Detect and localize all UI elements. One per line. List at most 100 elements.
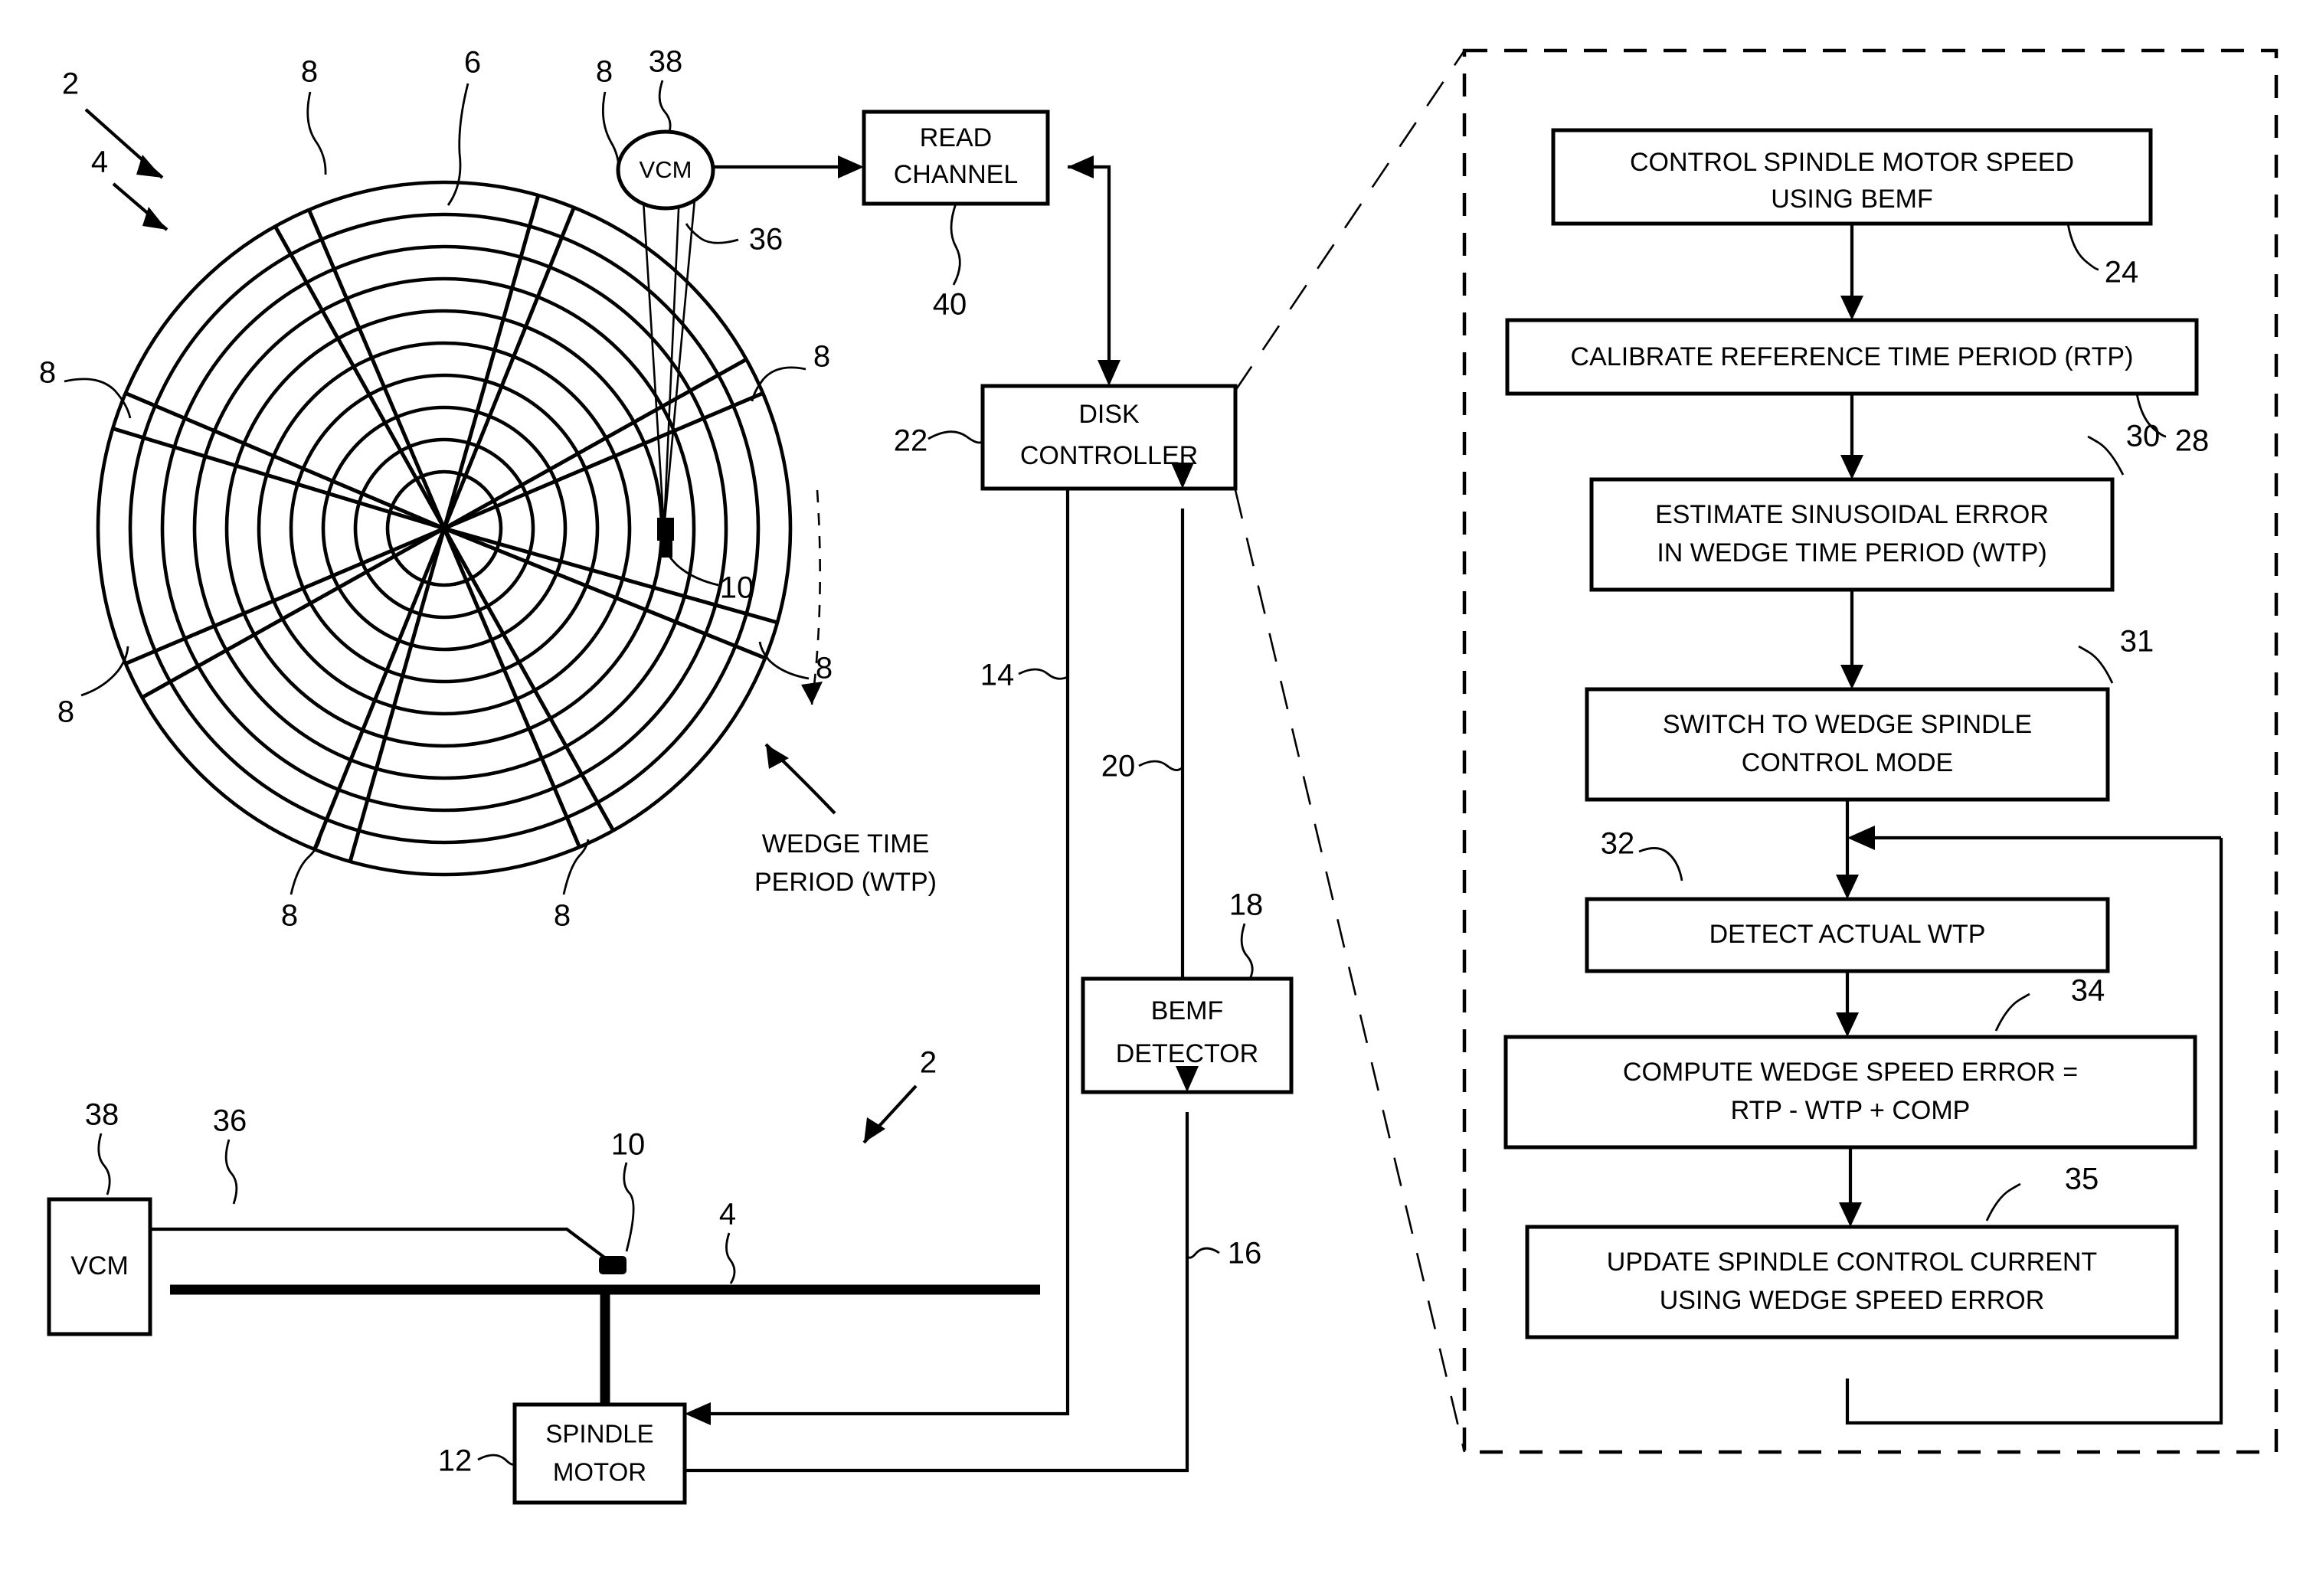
ref-36-callout-disk: 36 [685,223,784,257]
disk-drive-side-view: VCM SPINDLE MOTOR 38 36 10 4 2 12 14 16 [47,489,1262,1505]
spindle-motor-label-line1: SPINDLE [545,1420,653,1448]
flowchart-block-30-line1: ESTIMATE SINUSOIDAL ERROR [1655,500,2049,529]
ref-label-34: 34 [2071,974,2105,1008]
ref-20-callout: 20 [1101,750,1183,783]
ref-label-8: 8 [816,652,833,685]
servo-wedges [112,195,778,862]
ref-35-callout: 35 [1985,1163,2099,1222]
flowchart-block-35-line2: USING WEDGE SPEED ERROR [1660,1286,2045,1315]
arrowhead-to-disk-controller [1098,360,1121,386]
flowchart-step-24: CONTROL SPINDLE MOTOR SPEED USING BEMF 2… [1551,128,2153,320]
bemf-detector-label-line2: DETECTOR [1116,1039,1258,1068]
flowchart-block-30[interactable] [1589,477,2115,592]
ref-label-2-side: 2 [920,1046,937,1080]
disk-platter-top-view: VCM 2 4 6 8 8 8 8 8 8 8 8 10 36 38 WEDGE… [39,45,937,933]
ref-label-8: 8 [281,899,298,933]
ref-30-callout: 30 [2087,420,2160,476]
ref-label-40: 40 [933,288,967,322]
ref-label-2-disk: 2 [62,67,79,101]
arrowhead-into-read-channel-right [1068,155,1094,178]
arrowhead-31-to-32 [1836,875,1859,899]
expansion-callout-lines [1234,50,1466,1453]
flowchart-block-28-line1: CALIBRATE REFERENCE TIME PERIOD (RTP) [1571,342,2134,371]
ref-8-callout-left-lower: 8 [57,646,129,729]
ref-label-36-disk: 36 [749,223,784,257]
read-write-head-tip [662,541,672,558]
arrowhead-24-to-28 [1840,296,1863,320]
ref-label-8: 8 [39,356,56,390]
ref-31-callout: 31 [2078,625,2154,684]
ref-18-callout: 18 [1229,888,1264,980]
ref-12-callout-side: 12 [438,1444,516,1478]
disk-controller-label-line1: DISK [1078,400,1140,429]
ref-22-callout: 22 [894,424,984,458]
patent-figure-page: VCM 2 4 6 8 8 8 8 8 8 8 8 10 36 38 WEDGE… [0,0,2313,1596]
ref-label-22: 22 [894,424,928,458]
read-channel-block-group: READ CHANNEL 40 [713,110,1050,322]
flowchart-block-30-line2: IN WEDGE TIME PERIOD (WTP) [1657,538,2046,567]
arrowhead-to-read-channel [838,155,864,178]
ref-10-callout-side: 10 [611,1128,646,1252]
ref-label-35: 35 [2065,1163,2099,1196]
flowchart-block-35[interactable] [1525,1225,2179,1339]
ref-36-callout-side: 36 [213,1104,247,1205]
ref-label-18: 18 [1229,888,1264,922]
ref-label-10-disk: 10 [720,571,754,605]
flowchart-block-24-line2: USING BEMF [1771,185,1933,214]
flowchart-block-34[interactable] [1503,1035,2197,1150]
ref-label-28: 28 [2175,424,2210,458]
flowchart-block-31-line1: SWITCH TO WEDGE SPINDLE [1663,710,2032,739]
vcm-block-side-label: VCM [70,1251,129,1280]
ref-label-6: 6 [464,46,481,80]
ref-label-10-side: 10 [611,1128,646,1162]
flowchart-block-35-line1: UPDATE SPINDLE CONTROL CURRENT [1607,1248,2097,1277]
ref-label-36-side: 36 [213,1104,247,1138]
ref-label-8: 8 [813,340,830,374]
ref-38-callout-disk: 38 [649,45,683,132]
flowchart-block-34-line2: RTP - WTP + COMP [1731,1096,1971,1125]
bemf-detector-label-line1: BEMF [1151,996,1223,1025]
ref-8-callout-top-left: 8 [301,55,327,175]
ref-14-callout: 14 [980,659,1068,692]
ref-label-24: 24 [2105,256,2139,289]
servo-wedge [312,528,447,862]
ref-label-8: 8 [596,55,613,89]
ref-label-4-side: 4 [719,1198,736,1231]
flowchart-block-31[interactable] [1585,687,2110,802]
read-channel-label-line2: CHANNEL [894,160,1018,189]
ref-label-38-side: 38 [85,1098,119,1132]
flowchart-block-34-line1: COMPUTE WEDGE SPEED ERROR = [1623,1058,2078,1087]
ref-label-8: 8 [554,899,571,933]
flowchart-block-24-line1: CONTROL SPINDLE MOTOR SPEED [1630,148,2074,177]
read-write-head [657,518,674,541]
ref-8-callout-left-upper: 8 [39,356,132,419]
wtp-note-line1: WEDGE TIME [762,829,930,859]
ref-34-callout: 34 [1994,974,2105,1032]
arrowhead-feedback-join [1847,826,1875,850]
wtp-annotation: WEDGE TIME PERIOD (WTP) [754,743,937,897]
spindle-motor-label-line2: MOTOR [553,1458,646,1486]
ref-4-callout-side: 4 [719,1198,736,1284]
ref-label-16: 16 [1228,1237,1262,1271]
ref-16-callout: 16 [1186,1237,1262,1271]
flowchart-block-32-line1: DETECT ACTUAL WTP [1709,920,1986,949]
ref-label-38-disk: 38 [649,45,683,79]
flowchart-block-31-line2: CONTROL MODE [1742,748,1953,777]
bemf-detector-block-group: BEMF DETECTOR 18 20 [1081,463,1294,1094]
arrowhead-28-to-30 [1840,455,1863,479]
arrowhead-to-spindle-motor [685,1402,711,1425]
ref-2-callout-side: 2 [862,1046,937,1144]
ref-label-20: 20 [1101,750,1136,783]
wtp-note-line2: PERIOD (WTP) [754,868,937,897]
read-write-head-side [599,1256,627,1274]
arrowhead-34-to-35 [1839,1202,1862,1227]
ref-label-8: 8 [301,55,318,89]
ref-2-callout-disk: 2 [62,67,164,179]
ref-32-callout: 32 [1601,827,1683,881]
ref-label-31: 31 [2120,625,2154,659]
arrowhead-32-to-34 [1836,1012,1859,1037]
read-channel-label-line1: READ [920,123,992,152]
ref-4-callout-disk: 4 [91,146,168,231]
flowchart-step-28: CALIBRATE REFERENCE TIME PERIOD (RTP) 28 [1505,318,2210,479]
arrowhead-30-to-31 [1840,665,1863,689]
